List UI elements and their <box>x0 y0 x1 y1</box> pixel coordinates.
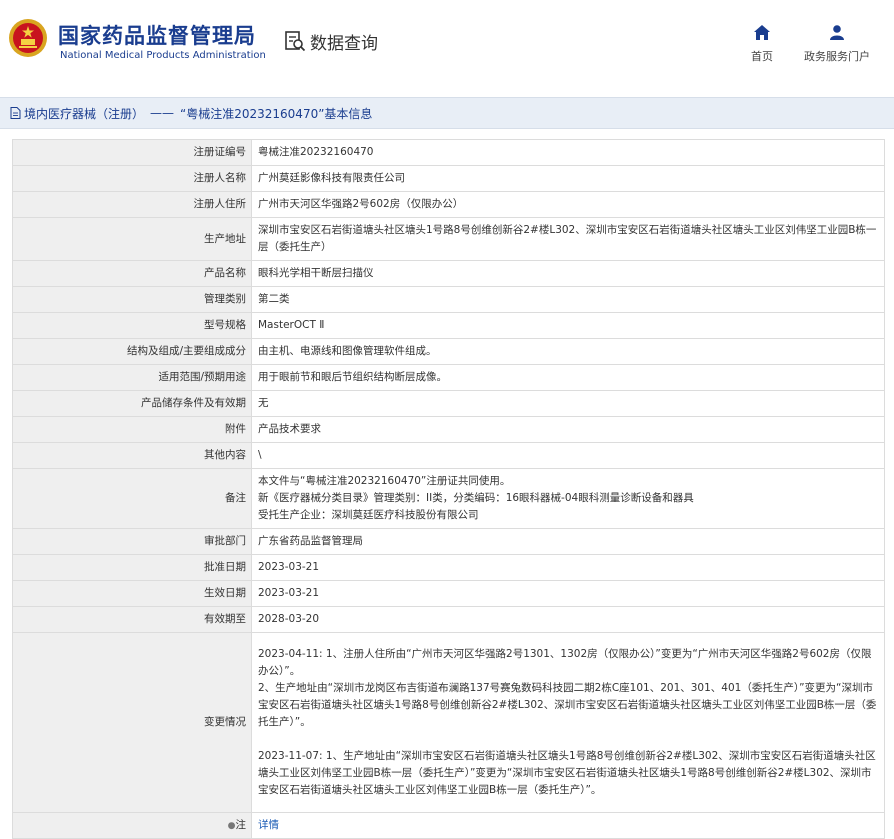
details-link[interactable]: 详情 <box>258 819 279 831</box>
site-logo-subtitle: National Medical Products Administration <box>60 50 266 61</box>
field-label-registrant: 注册人名称 <box>12 165 252 192</box>
field-value-attachment: 产品技术要求 <box>251 416 885 443</box>
field-value-expiry-date: 2028-03-20 <box>251 606 885 633</box>
field-value-approval-date: 2023-03-21 <box>251 554 885 581</box>
field-value-effective-date: 2023-03-21 <box>251 580 885 607</box>
breadcrumb: 境内医疗器械（注册） —— “粤械注准20232160470”基本信息 <box>0 97 894 129</box>
field-value-structure: 由主机、电源线和图像管理软件组成。 <box>251 338 885 365</box>
user-icon <box>830 25 844 40</box>
table-row: 产品储存条件及有效期 无 <box>12 390 885 417</box>
table-row: 备注 本文件与“粤械注准20232160470”注册证共同使用。 新《医疗器械分… <box>12 468 885 529</box>
field-value-production-address: 深圳市宝安区石岩街道塘头社区塘头1号路8号创维创新谷2#楼L302、深圳市宝安区… <box>251 217 885 261</box>
field-value-product-name: 眼科光学相干断层扫描仪 <box>251 260 885 287</box>
field-value-reg-no: 粤械注准20232160470 <box>251 139 885 166</box>
field-value-approval-dept: 广东省药品监督管理局 <box>251 528 885 555</box>
table-row: 有效期至 2028-03-20 <box>12 606 885 633</box>
table-row: 型号规格 MasterOCT Ⅱ <box>12 312 885 339</box>
table-row: 变更情况 2023-04-11: 1、注册人住所由“广州市天河区华强路2号130… <box>12 632 885 813</box>
field-label-structure: 结构及组成/主要组成成分 <box>12 338 252 365</box>
field-value-category: 第二类 <box>251 286 885 313</box>
table-row: ●注 详情 <box>12 812 885 839</box>
field-label-registrant-address: 注册人住所 <box>12 191 252 218</box>
breadcrumb-separator: —— <box>150 106 175 120</box>
table-row: 结构及组成/主要组成成分 由主机、电源线和图像管理软件组成。 <box>12 338 885 365</box>
note-label: 注 <box>235 818 247 831</box>
national-emblem-icon <box>9 19 47 57</box>
data-query-link[interactable]: 数据查询 <box>284 28 378 54</box>
field-label-category: 管理类别 <box>12 286 252 313</box>
data-search-icon <box>285 31 306 52</box>
field-label-approval-dept: 审批部门 <box>12 528 252 555</box>
field-label-effective-date: 生效日期 <box>12 580 252 607</box>
field-label-expiry-date: 有效期至 <box>12 606 252 633</box>
remarks-line: 受托生产企业：深圳莫廷医疗科技股份有限公司 <box>258 509 479 521</box>
field-value-other: \ <box>251 442 885 469</box>
field-label-attachment: 附件 <box>12 416 252 443</box>
nav-service-portal-label: 政务服务门户 <box>804 50 870 63</box>
site-logo-title[interactable]: 国家药品监督管理局 <box>58 20 256 50</box>
field-value-model: MasterOCT Ⅱ <box>251 312 885 339</box>
field-label-scope: 适用范围/预期用途 <box>12 364 252 391</box>
nav-service-portal[interactable]: 政务服务门户 <box>802 25 872 64</box>
field-label-other: 其他内容 <box>12 442 252 469</box>
table-row: 附件 产品技术要求 <box>12 416 885 443</box>
change-spacer <box>258 731 878 748</box>
remarks-line: 本文件与“粤械注准20232160470”注册证共同使用。 <box>258 475 511 487</box>
field-label-approval-date: 批准日期 <box>12 554 252 581</box>
field-label-remarks: 备注 <box>12 468 252 529</box>
home-icon <box>754 25 770 40</box>
breadcrumb-current: “粤械注准20232160470”基本信息 <box>180 106 373 121</box>
document-icon <box>10 107 21 119</box>
field-value-remarks: 本文件与“粤械注准20232160470”注册证共同使用。 新《医疗器械分类目录… <box>251 468 885 529</box>
pin-icon: ● <box>227 820 236 831</box>
device-detail-table: 注册证编号 粤械注准20232160470 注册人名称 广州莫廷影像科技有限责任… <box>12 139 885 839</box>
breadcrumb-section[interactable]: 境内医疗器械（注册） <box>24 105 144 122</box>
change-entry: 2023-04-11: 1、注册人住所由“广州市天河区华强路2号1301、130… <box>258 648 872 677</box>
table-row: 产品名称 眼科光学相干断层扫描仪 <box>12 260 885 287</box>
table-row: 生效日期 2023-03-21 <box>12 580 885 607</box>
field-label-reg-no: 注册证编号 <box>12 139 252 166</box>
table-row: 管理类别 第二类 <box>12 286 885 313</box>
nav-home-label: 首页 <box>751 50 773 63</box>
table-row: 适用范围/预期用途 用于眼前节和眼后节组织结构断层成像。 <box>12 364 885 391</box>
field-label-storage: 产品储存条件及有效期 <box>12 390 252 417</box>
table-row: 批准日期 2023-03-21 <box>12 554 885 581</box>
remarks-line: 新《医疗器械分类目录》管理类别：II类，分类编码：16眼科器械-04眼科测量诊断… <box>258 492 694 504</box>
table-row: 生产地址 深圳市宝安区石岩街道塘头社区塘头1号路8号创维创新谷2#楼L302、深… <box>12 217 885 261</box>
table-row: 其他内容 \ <box>12 442 885 469</box>
field-label-changes: 变更情况 <box>12 632 252 813</box>
field-value-registrant: 广州莫廷影像科技有限责任公司 <box>251 165 885 192</box>
nav-home[interactable]: 首页 <box>727 25 797 64</box>
table-row: 注册人名称 广州莫廷影像科技有限责任公司 <box>12 165 885 192</box>
field-value-changes: 2023-04-11: 1、注册人住所由“广州市天河区华强路2号1301、130… <box>251 632 885 813</box>
field-label-product-name: 产品名称 <box>12 260 252 287</box>
table-row: 注册证编号 粤械注准20232160470 <box>12 139 885 166</box>
table-row: 审批部门 广东省药品监督管理局 <box>12 528 885 555</box>
field-value-storage: 无 <box>251 390 885 417</box>
change-entry: 2、生产地址由“深圳市龙岗区布吉街道布澜路137号赛兔数码科技园二期2栋C座10… <box>258 682 877 728</box>
change-entry: 2023-11-07: 1、生产地址由“深圳市宝安区石岩街道塘头社区塘头1号路8… <box>258 750 876 796</box>
site-header: 国家药品监督管理局 National Medical Products Admi… <box>0 0 894 82</box>
field-value-scope: 用于眼前节和眼后节组织结构断层成像。 <box>251 364 885 391</box>
field-value-registrant-address: 广州市天河区华强路2号602房（仅限办公） <box>251 191 885 218</box>
field-label-model: 型号规格 <box>12 312 252 339</box>
table-row: 注册人住所 广州市天河区华强路2号602房（仅限办公） <box>12 191 885 218</box>
field-label-note: ●注 <box>12 812 252 839</box>
field-value-note: 详情 <box>251 812 885 839</box>
data-query-label: 数据查询 <box>310 33 378 54</box>
field-label-production-address: 生产地址 <box>12 217 252 261</box>
